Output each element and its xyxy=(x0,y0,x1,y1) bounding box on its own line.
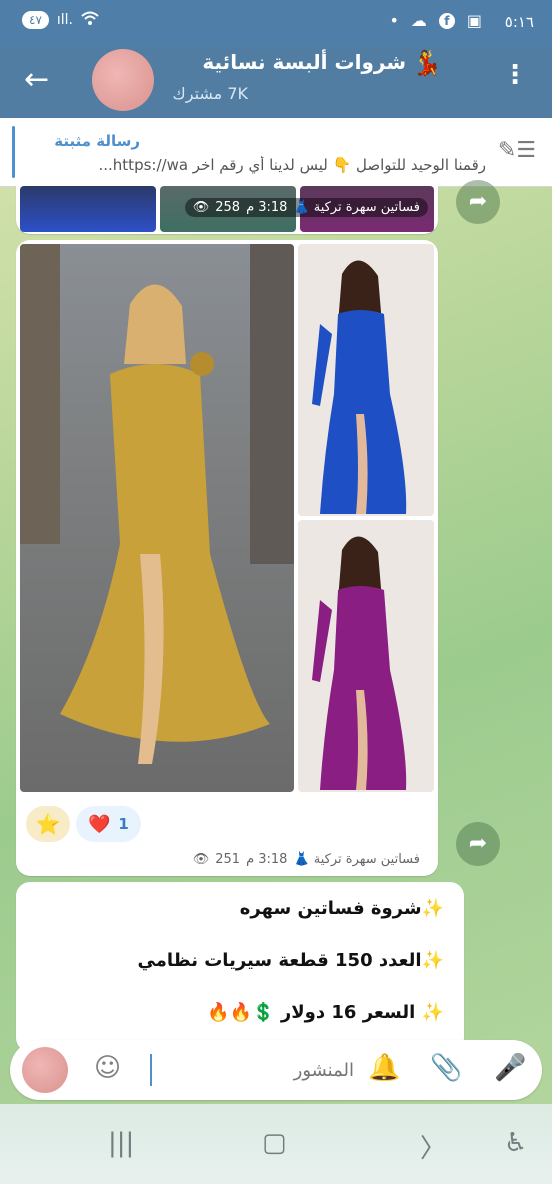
dot-icon: • xyxy=(389,11,399,30)
pinned-message-bar[interactable]: رسالة مثبتة رقمنا الوحيد للتواصل 👇 ليس ل… xyxy=(0,118,552,187)
wifi-icon xyxy=(81,11,99,29)
status-left: ٤٧ ıll. xyxy=(22,11,99,29)
message-line-1: ✨شروة فساتين سهره xyxy=(239,898,444,919)
message-meta: فساتين سهرة تركية 👗 3:18 م 251 👁 xyxy=(193,852,420,867)
time-label: 3:18 م xyxy=(246,200,288,215)
eye-icon: 👁 xyxy=(192,852,210,867)
photo-1-blue[interactable] xyxy=(20,186,156,232)
text-message: ✨شروة فساتين سهره ✨العدد 150 قطعة سيريات… xyxy=(16,882,464,1052)
photo-gold-dress[interactable] xyxy=(20,244,294,792)
microphone-icon[interactable]: 🎤 xyxy=(494,1053,526,1083)
heart-icon: ❤️ xyxy=(88,813,111,835)
channel-avatar[interactable] xyxy=(92,49,154,111)
emoji-icon[interactable]: ☺ xyxy=(94,1053,121,1083)
star-icon: ⭐ xyxy=(35,812,61,836)
status-time: ٥:١٦ xyxy=(504,13,534,31)
author-label: فساتين سهرة تركية 👗 xyxy=(293,200,420,215)
message-composer: ☺ 🔔 📎 🎤 xyxy=(10,1040,542,1100)
eye-icon: 👁 xyxy=(192,200,210,215)
home-icon[interactable]: ▢ xyxy=(262,1128,287,1158)
reaction-count: 1 xyxy=(118,815,129,833)
send-as-avatar[interactable] xyxy=(22,1047,68,1093)
time-label: 3:18 م xyxy=(246,852,288,867)
pinned-text: رقمنا الوحيد للتواصل 👇 ليس لدينا أي رقم … xyxy=(98,156,486,174)
album-message-2: ⭐ ❤️ 1 فساتين سهرة تركية 👗 3:18 م 251 👁 xyxy=(16,240,438,876)
author-label: فساتين سهرة تركية 👗 xyxy=(293,852,420,867)
system-nav-bar: ||| ▢ 〉 ♿ xyxy=(0,1104,552,1184)
message-line-3: ✨ السعر 16 دولار 💲🔥🔥 xyxy=(207,1002,444,1023)
views-count: 251 xyxy=(215,852,241,867)
heart-reaction[interactable]: ❤️ 1 xyxy=(76,806,141,842)
screen-capture-icon: ▣ xyxy=(466,11,482,30)
pin-list-icon[interactable]: ✎☰ xyxy=(498,138,536,163)
back-nav-icon[interactable]: 〉 xyxy=(420,1128,446,1165)
attach-icon[interactable]: 📎 xyxy=(430,1053,462,1083)
message-meta: فساتين سهرة تركية 👗 3:18 م 258 👁 xyxy=(184,198,428,217)
channel-title[interactable]: شروات ألبسة نسائية xyxy=(202,50,406,74)
photo-blue-dress[interactable] xyxy=(298,244,434,516)
accessibility-icon[interactable]: ♿ xyxy=(504,1128,527,1158)
subscriber-count: 7K مشترك xyxy=(172,84,248,103)
share-button[interactable]: ➦ xyxy=(456,180,500,224)
message-input[interactable] xyxy=(150,1054,358,1086)
status-bar: ٤٧ ıll. • ☁ f ▣ ٥:١٦ xyxy=(0,0,552,46)
facebook-icon: f xyxy=(438,12,455,29)
back-arrow-icon[interactable]: ← xyxy=(24,62,49,98)
bell-icon[interactable]: 🔔 xyxy=(368,1053,400,1083)
signal-icon: ıll. xyxy=(56,12,74,28)
share-button[interactable]: ➦ xyxy=(456,822,500,866)
pinned-indicator xyxy=(12,126,15,178)
album-message-1: فساتين سهرة تركية 👗 3:18 م 258 👁 xyxy=(16,186,438,234)
photo-purple-dress[interactable] xyxy=(298,520,434,792)
cloud-icon: ☁ xyxy=(410,11,427,30)
message-line-2: ✨العدد 150 قطعة سيريات نظامي xyxy=(137,950,444,971)
star-reaction[interactable]: ⭐ xyxy=(26,806,70,842)
recent-apps-icon[interactable]: ||| xyxy=(108,1128,134,1158)
views-count: 258 xyxy=(215,200,241,215)
channel-header: ← 💃 شروات ألبسة نسائية 7K مشترك ⋮ xyxy=(0,46,552,118)
battery-indicator: ٤٧ xyxy=(22,11,49,29)
more-menu-icon[interactable]: ⋮ xyxy=(502,60,528,90)
dancer-emoji: 💃 xyxy=(412,49,442,77)
status-right-icons: • ☁ f ▣ xyxy=(389,11,482,30)
pinned-label: رسالة مثبتة xyxy=(54,132,140,150)
